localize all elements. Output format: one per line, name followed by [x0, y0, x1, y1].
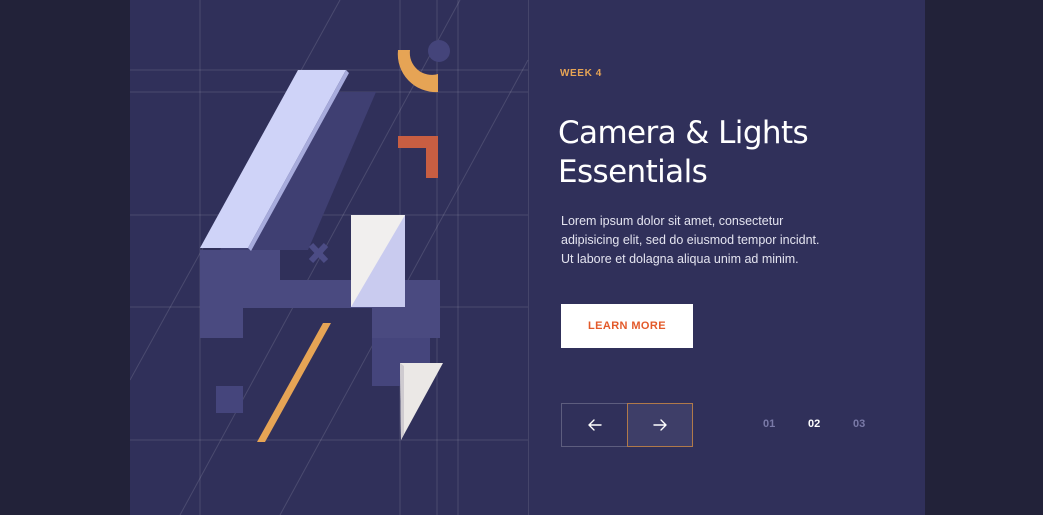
previous-slide-button[interactable]	[562, 404, 627, 446]
title-line-1: Camera & Lights	[558, 115, 809, 151]
pagination: 01 02 03	[763, 418, 898, 430]
shape-white-triangle-edge	[400, 363, 404, 440]
section-divider	[528, 0, 529, 515]
next-slide-button[interactable]	[627, 403, 693, 447]
description-text: Lorem ipsum dolor sit amet, consectetur …	[561, 214, 820, 266]
arrow-right-icon	[653, 419, 667, 431]
shape-small-square	[216, 386, 243, 413]
page-03[interactable]: 03	[853, 418, 898, 430]
learn-more-button[interactable]: LEARN MORE	[561, 304, 693, 348]
page-02-active[interactable]: 02	[808, 418, 853, 430]
page-01[interactable]: 01	[763, 418, 808, 430]
page-title: Camera & Lights Essentials	[558, 114, 878, 192]
hero-card: WEEK 4 Camera & Lights Essentials Lorem …	[130, 0, 925, 515]
content-panel: WEEK 4 Camera & Lights Essentials Lorem …	[558, 0, 925, 515]
shape-rust-corner	[398, 136, 438, 178]
number-four-illustration	[130, 0, 529, 515]
week-label: WEEK 4	[560, 68, 602, 79]
shape-orange-stick	[257, 323, 331, 442]
slide-navigation	[561, 403, 693, 447]
shape-small-circle	[428, 40, 450, 62]
title-line-2: Essentials	[558, 154, 708, 190]
arrow-left-icon	[587, 419, 602, 431]
shape-x-mark	[308, 242, 329, 264]
